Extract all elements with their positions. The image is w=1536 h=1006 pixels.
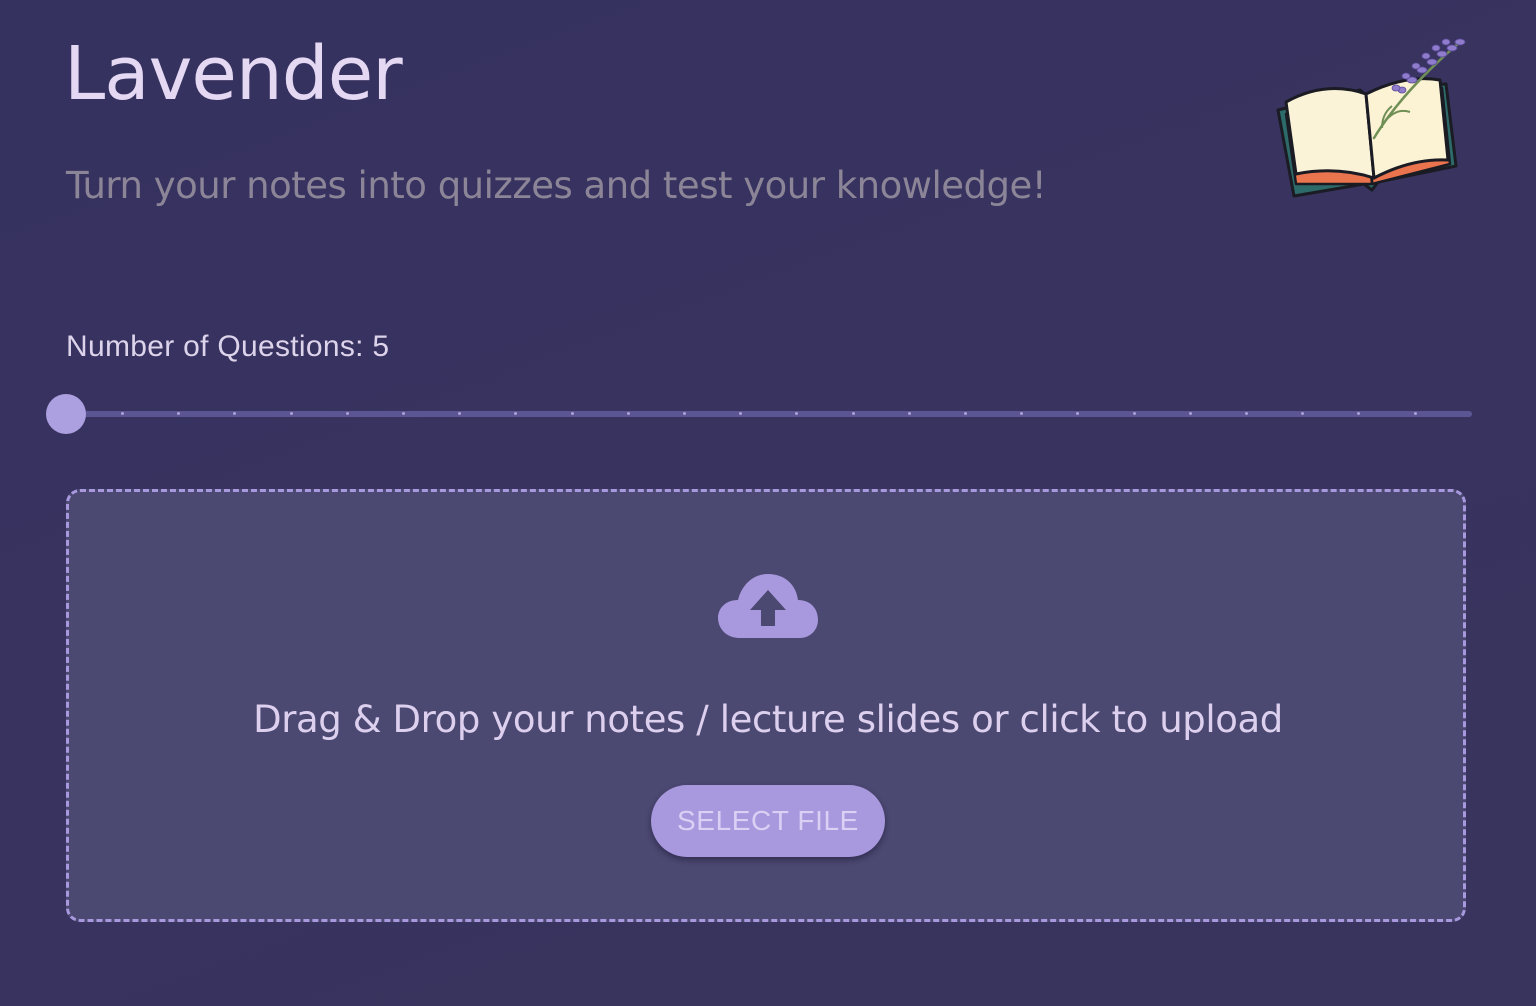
slider-tick bbox=[683, 412, 686, 415]
slider-tick bbox=[1188, 412, 1192, 415]
slider-tick bbox=[1132, 412, 1136, 415]
slider-tick bbox=[345, 412, 349, 415]
question-count-slider[interactable] bbox=[46, 394, 1476, 434]
slider-track[interactable] bbox=[66, 411, 1472, 417]
slider-tick bbox=[626, 412, 630, 415]
question-count-label: Number of Questions: 5 bbox=[66, 330, 390, 363]
app-subtitle: Turn your notes into quizzes and test yo… bbox=[66, 164, 1047, 207]
slider-tick bbox=[289, 412, 293, 415]
slider-tick bbox=[402, 412, 405, 415]
slider-tick bbox=[1413, 412, 1417, 415]
dropzone-prompt: Drag & Drop your notes / lecture slides … bbox=[253, 698, 1283, 741]
slider-tick bbox=[907, 412, 911, 415]
slider-tick bbox=[1245, 412, 1248, 415]
slider-tick bbox=[570, 412, 574, 415]
slider-tick bbox=[964, 412, 967, 415]
slider-tick bbox=[121, 412, 124, 415]
select-file-button[interactable]: SELECT FILE bbox=[651, 785, 885, 857]
slider-thumb[interactable] bbox=[46, 394, 86, 434]
cloud-upload-icon bbox=[718, 574, 818, 638]
app-title: Lavender bbox=[64, 31, 403, 117]
open-book-with-lavender-icon bbox=[1276, 38, 1466, 198]
slider-tick bbox=[851, 412, 855, 415]
